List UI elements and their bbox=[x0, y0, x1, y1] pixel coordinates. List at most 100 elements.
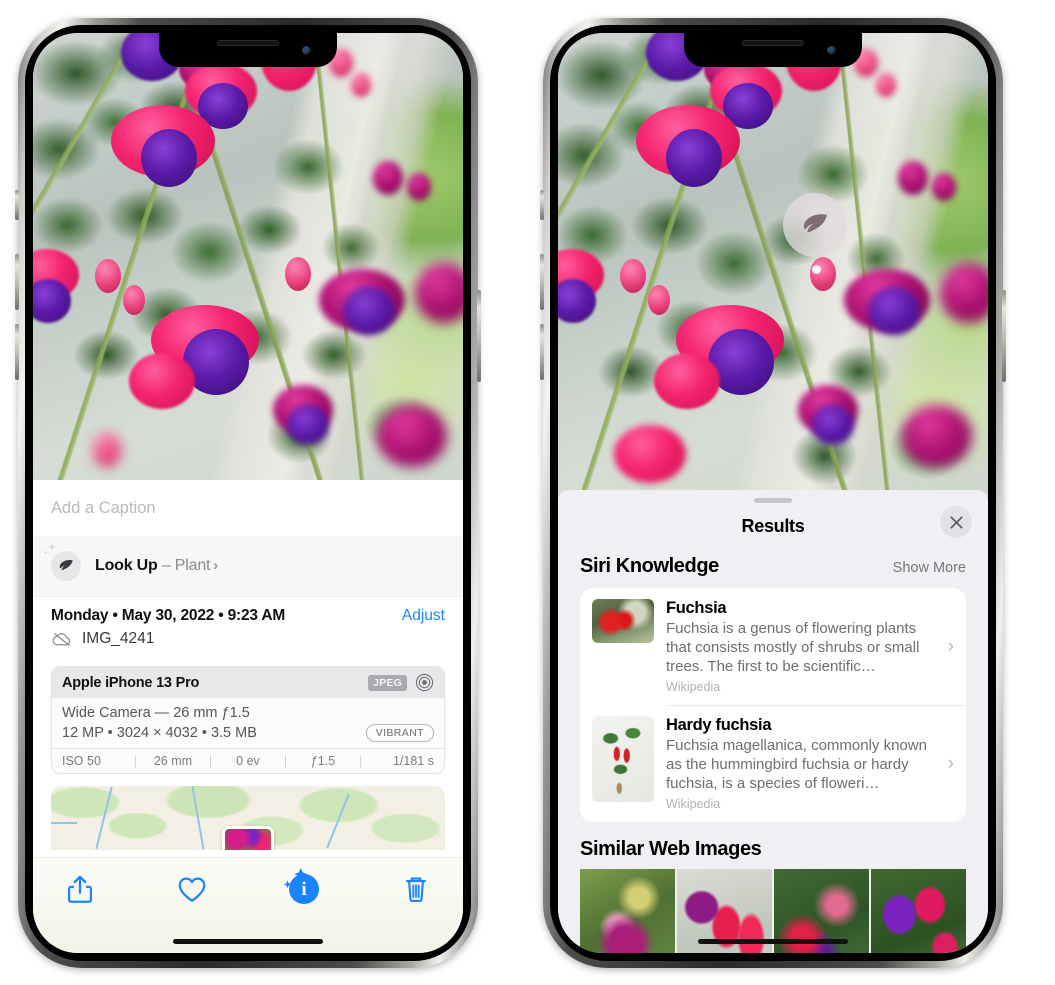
siri-knowledge-title: Siri Knowledge bbox=[580, 555, 719, 577]
power-button-right[interactable] bbox=[1002, 290, 1006, 382]
notch bbox=[684, 33, 862, 67]
exif-aperture: ƒ1.5 bbox=[310, 754, 336, 768]
flower-bud bbox=[123, 285, 145, 315]
flower-bud bbox=[285, 257, 311, 291]
flower-bud bbox=[620, 259, 646, 293]
photo-viewer-left[interactable] bbox=[33, 33, 463, 480]
flower-blob bbox=[141, 129, 197, 187]
flower-blob bbox=[902, 405, 972, 467]
share-button[interactable] bbox=[63, 872, 97, 906]
map-photo-pin[interactable] bbox=[222, 826, 274, 850]
card-source: Wikipedia bbox=[666, 797, 721, 811]
exif-settings-row: ISO 50 | 26 mm | 0 ev | ƒ1.5 | 1/181 s bbox=[52, 748, 444, 773]
chevron-right-icon: › bbox=[947, 635, 954, 657]
look-up-subject: Plant bbox=[174, 557, 211, 574]
location-map[interactable] bbox=[51, 786, 445, 850]
web-image-thumbnail[interactable] bbox=[580, 869, 675, 953]
toolbar-icons: i bbox=[33, 858, 463, 906]
card-thumbnail bbox=[592, 599, 654, 643]
right-phone: Results Siri Knowledge Show More Fuchsia… bbox=[540, 18, 1006, 968]
flower-blob bbox=[812, 405, 854, 445]
volume-down-button-right[interactable] bbox=[540, 324, 544, 380]
volume-down-button-left[interactable] bbox=[15, 324, 19, 380]
card-thumbnail bbox=[592, 716, 654, 802]
flower-blob bbox=[377, 405, 447, 467]
look-up-dash: – bbox=[157, 557, 175, 574]
exif-shutter: 1/181 s bbox=[392, 754, 434, 768]
siri-knowledge-cards: Fuchsia Fuchsia is a genus of flowering … bbox=[580, 588, 966, 822]
front-camera-icon bbox=[302, 46, 311, 55]
exif-exposure: 0 ev bbox=[236, 754, 260, 768]
photo-filename: IMG_4241 bbox=[82, 630, 155, 647]
home-indicator-left bbox=[173, 939, 323, 944]
flower-bud bbox=[648, 285, 670, 315]
mute-switch-left[interactable] bbox=[15, 190, 19, 220]
lens-info: Wide Camera — 26 mm ƒ1.5 bbox=[62, 705, 250, 721]
similar-web-images-header: Similar Web Images bbox=[558, 822, 988, 869]
flower-bud bbox=[95, 259, 121, 293]
photo-date: Monday • May 30, 2022 • 9:23 AM bbox=[51, 607, 286, 624]
similar-web-images-title: Similar Web Images bbox=[580, 838, 762, 860]
left-screen: Add a Caption Look Up – Plant › Monday •… bbox=[33, 33, 463, 953]
chevron-right-icon: › bbox=[213, 557, 219, 574]
card-body: Hardy fuchsia Fuchsia magellanica, commo… bbox=[666, 716, 932, 811]
photo-viewer-right[interactable] bbox=[558, 33, 988, 503]
map-route bbox=[326, 793, 350, 849]
photo-toolbar: i bbox=[33, 857, 463, 953]
flower-bud bbox=[876, 73, 896, 97]
exif-size-row: 12 MP • 3024 × 4032 • 3.5 MB VIBRANT bbox=[62, 724, 434, 742]
visual-look-up-badge[interactable] bbox=[783, 193, 847, 257]
visual-look-up-info-button[interactable]: i bbox=[283, 867, 321, 906]
format-badge: JPEG bbox=[368, 674, 407, 691]
home-indicator-right bbox=[698, 939, 848, 944]
map-route bbox=[191, 786, 205, 850]
icloud-slash-icon bbox=[52, 632, 71, 647]
right-screen: Results Siri Knowledge Show More Fuchsia… bbox=[558, 33, 988, 953]
metadata-block: Monday • May 30, 2022 • 9:23 AM Adjust I… bbox=[33, 596, 463, 656]
show-more-button[interactable]: Show More bbox=[893, 560, 966, 576]
adjust-button[interactable]: Adjust bbox=[402, 607, 445, 625]
web-image-thumbnail[interactable] bbox=[871, 869, 966, 953]
metadata-file-row: IMG_4241 bbox=[51, 630, 445, 648]
exif-focal: 26 mm bbox=[153, 754, 193, 768]
look-up-row[interactable]: Look Up – Plant › bbox=[33, 536, 463, 596]
close-button[interactable] bbox=[940, 506, 972, 538]
mute-switch-right[interactable] bbox=[540, 190, 544, 220]
knowledge-card[interactable]: Hardy fuchsia Fuchsia magellanica, commo… bbox=[580, 705, 966, 822]
flower-blob bbox=[129, 353, 195, 409]
earpiece-speaker bbox=[217, 40, 279, 46]
card-title: Fuchsia bbox=[666, 599, 727, 617]
card-title: Hardy fuchsia bbox=[666, 716, 772, 734]
flower-blob bbox=[868, 287, 920, 335]
knowledge-card[interactable]: Fuchsia Fuchsia is a genus of flowering … bbox=[580, 588, 966, 705]
notch bbox=[159, 33, 337, 67]
photographic-style-badge: VIBRANT bbox=[365, 724, 434, 742]
metadata-date-row: Monday • May 30, 2022 • 9:23 AM Adjust bbox=[51, 607, 445, 625]
flower-blob bbox=[287, 405, 329, 445]
sparkles-icon bbox=[283, 867, 308, 889]
exif-body: Wide Camera — 26 mm ƒ1.5 12 MP • 3024 × … bbox=[52, 698, 444, 748]
front-camera-icon bbox=[827, 46, 836, 55]
sparkles-icon bbox=[43, 543, 56, 555]
favorite-button[interactable] bbox=[175, 872, 209, 906]
map-route bbox=[95, 786, 113, 850]
volume-up-button-left[interactable] bbox=[15, 254, 19, 310]
flower-blob bbox=[343, 287, 395, 335]
volume-up-button-right[interactable] bbox=[540, 254, 544, 310]
close-icon bbox=[949, 515, 963, 529]
image-size-info: 12 MP • 3024 × 4032 • 3.5 MB bbox=[62, 725, 257, 741]
delete-button[interactable] bbox=[399, 872, 433, 906]
exif-header-right: JPEG bbox=[368, 673, 434, 692]
flower-blob bbox=[654, 353, 720, 409]
flower-bud bbox=[351, 73, 371, 97]
flower-blob bbox=[666, 129, 722, 187]
power-button-left[interactable] bbox=[477, 290, 481, 382]
flower-blob bbox=[614, 425, 686, 483]
flower-blob bbox=[898, 161, 928, 195]
exif-header: Apple iPhone 13 Pro JPEG bbox=[52, 667, 444, 698]
caption-input[interactable]: Add a Caption bbox=[33, 480, 463, 536]
earpiece-speaker bbox=[742, 40, 804, 46]
exif-card[interactable]: Apple iPhone 13 Pro JPEG Wide Camera — 2… bbox=[51, 666, 445, 774]
left-phone: Add a Caption Look Up – Plant › Monday •… bbox=[15, 18, 481, 968]
flower-bud bbox=[93, 433, 121, 467]
